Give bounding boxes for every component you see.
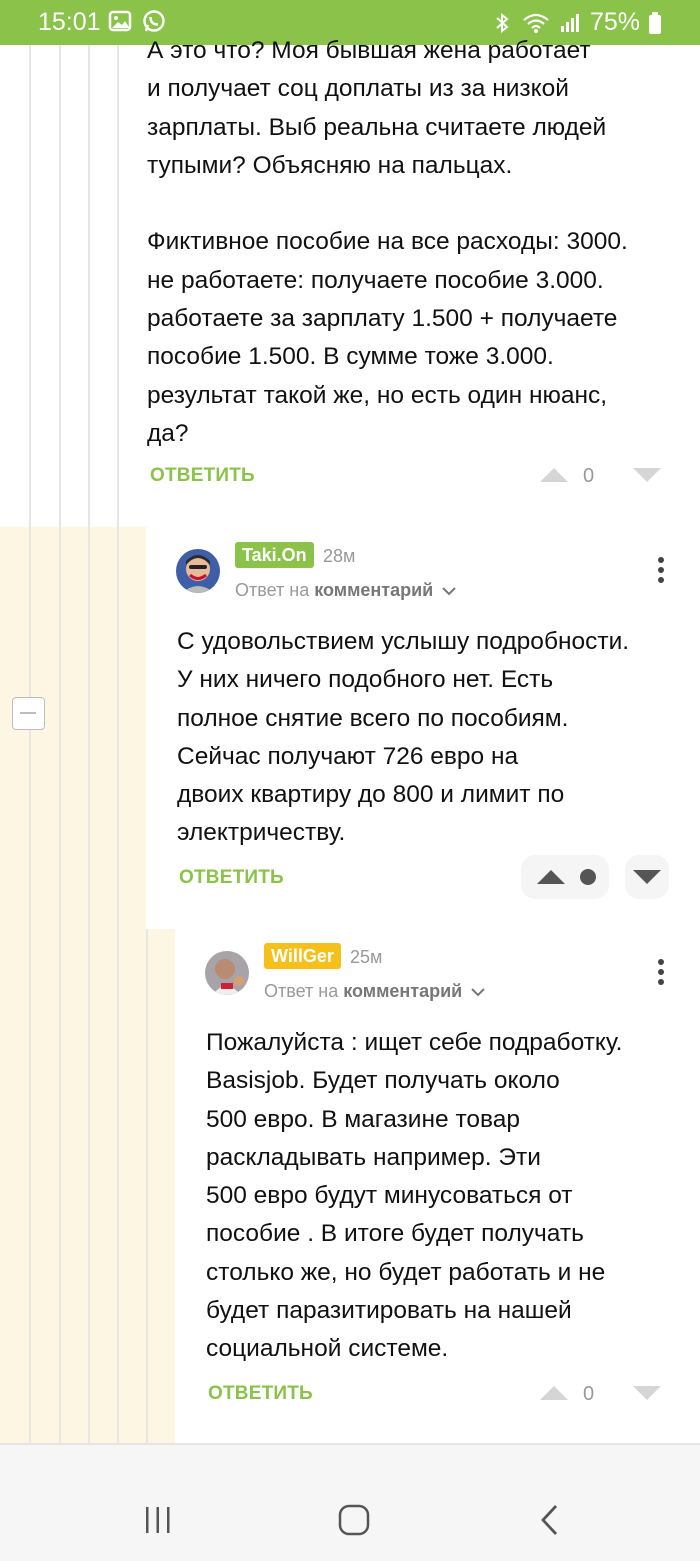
reply-to-line: Ответ на комментарий [235, 580, 456, 601]
reply-to-prefix: Ответ на [235, 580, 310, 600]
chevron-down-icon[interactable] [471, 987, 485, 997]
recent-apps-icon[interactable] [143, 1505, 173, 1535]
upvote-icon[interactable] [540, 1386, 568, 1400]
wifi-icon [523, 13, 549, 33]
hidden-score-dot [580, 869, 596, 885]
user-avatar-image [205, 951, 249, 995]
comment-score: 0 [583, 1383, 595, 1405]
whatsapp-icon [143, 10, 165, 32]
comment-age: 25м [350, 947, 383, 967]
reply-button[interactable]: ОТВЕТИТЬ [150, 465, 255, 487]
comment-text: А это что? Моя бывшая жена работает и по… [147, 37, 628, 447]
reply-to-link[interactable]: комментарий [343, 981, 462, 1001]
downvote-icon[interactable] [633, 1386, 661, 1400]
comment-age: 28м [323, 546, 356, 566]
reply-to-link[interactable]: комментарий [314, 580, 433, 600]
thread-line [88, 45, 90, 1443]
more-options-icon[interactable] [658, 557, 664, 587]
thread-line [117, 45, 119, 1443]
back-icon[interactable] [538, 1504, 562, 1536]
upvote-icon[interactable] [537, 870, 565, 884]
thread-line [146, 929, 148, 1443]
reply-button[interactable]: ОТВЕТИТЬ [179, 867, 284, 889]
downvote-icon[interactable] [633, 468, 661, 482]
username-badge[interactable]: WillGer [264, 943, 341, 969]
thread-line [59, 45, 61, 1443]
system-navigation-bar [0, 1445, 700, 1561]
thread-line [29, 45, 31, 1443]
downvote-icon[interactable] [633, 870, 661, 884]
battery-icon [649, 11, 661, 34]
bluetooth-icon [496, 12, 509, 33]
collapse-thread-button[interactable] [12, 697, 45, 730]
reply-button[interactable]: ОТВЕТИТЬ [208, 1383, 313, 1405]
avatar[interactable] [205, 951, 249, 995]
comment-text: С удовольствием услышу подробности. У ни… [177, 628, 630, 847]
chevron-down-icon[interactable] [442, 586, 456, 596]
status-time: 15:01 [38, 8, 101, 36]
reply-to-prefix: Ответ на [264, 981, 339, 1001]
reply-to-line: Ответ на комментарий [264, 981, 485, 1002]
avatar[interactable] [176, 549, 220, 593]
gallery-icon [108, 10, 132, 32]
signal-icon [560, 13, 579, 32]
upvote-icon[interactable] [540, 468, 568, 482]
home-icon[interactable] [338, 1504, 370, 1536]
username-badge[interactable]: Taki.On [235, 542, 314, 568]
user-avatar-image [176, 549, 220, 593]
comment-text: Пожалуйста : ищет себе подработку. Basis… [206, 1029, 623, 1363]
comment-score: 0 [583, 465, 595, 487]
more-options-icon[interactable] [658, 959, 664, 989]
